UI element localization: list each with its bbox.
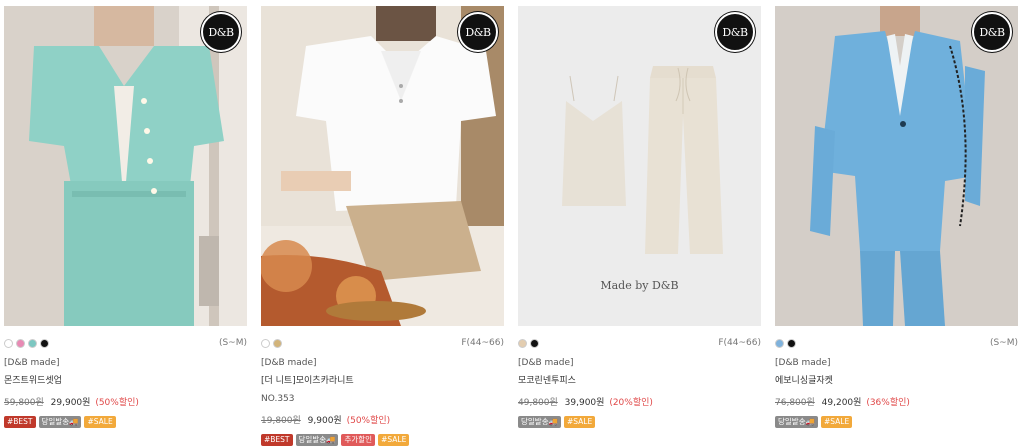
photo-caption: Made by D&B — [600, 279, 679, 292]
product-code: NO.353 — [261, 394, 295, 404]
product-brand: [D&B made] — [775, 358, 831, 368]
brand-logo: D&B — [201, 12, 241, 52]
tag-sale: #SALE — [820, 416, 853, 428]
discount-rate: (50%할인) — [346, 416, 391, 426]
discount-rate: (50%할인) — [95, 398, 139, 408]
color-swatches — [4, 338, 49, 348]
product-photo-single-jacket — [775, 6, 1018, 326]
product-card[interactable]: D&B (S~M) [D&B made] 에보니싱글자켓 76,800원 49,… — [775, 0, 1018, 428]
product-card[interactable]: D&B (S~M) [D&B made] 몬즈트위드셋업 59,800원 29,… — [4, 0, 247, 428]
color-swatch[interactable] — [4, 338, 13, 348]
price-original: 19,800원 — [261, 416, 301, 426]
product-grid: D&B (S~M) [D&B made] 몬즈트위드셋업 59,800원 29,… — [0, 0, 1024, 446]
price-sale: 49,200원 — [821, 398, 862, 408]
product-photo[interactable]: D&B — [775, 6, 1018, 326]
product-brand: [D&B made] — [518, 358, 574, 368]
color-swatch[interactable] — [530, 338, 539, 348]
price-row: 49,800원 39,900원 (20%할인) — [518, 395, 761, 408]
product-meta: (S~M) — [4, 336, 247, 350]
discount-rate: (36%할인) — [866, 398, 910, 408]
tag-sale: #SALE — [563, 416, 596, 428]
color-swatches — [775, 338, 796, 348]
size-range: F(44~66) — [461, 338, 504, 348]
tag-best: #BEST — [261, 434, 293, 446]
product-tags: 당일발송🚚 #SALE — [775, 416, 1018, 428]
product-name[interactable]: 모코린넨투피스 — [518, 373, 761, 386]
price-row: 59,800원 29,900원 (50%할인) — [4, 395, 247, 408]
price-row: 76,800원 49,200원 (36%할인) — [775, 395, 1018, 408]
brand-logo: D&B — [458, 12, 498, 52]
tag-same-day-shipping: 당일발송🚚 — [295, 434, 339, 446]
product-name[interactable]: [더 니트]모이츠카라니트 — [261, 373, 504, 386]
tag-same-day-shipping: 당일발송🚚 — [518, 416, 561, 428]
color-swatch[interactable] — [273, 338, 282, 348]
color-swatch[interactable] — [518, 338, 527, 348]
price-sale: 29,900원 — [50, 398, 91, 408]
tag-same-day-shipping: 당일발송🚚 — [775, 416, 818, 428]
color-swatch[interactable] — [40, 338, 49, 348]
price-sale: 39,900원 — [564, 398, 605, 408]
product-meta: (S~M) — [775, 336, 1018, 350]
product-photo[interactable]: D&B — [261, 6, 504, 326]
product-meta: F(44~66) — [518, 336, 761, 350]
brand-logo: D&B — [715, 12, 755, 52]
product-photo[interactable]: D&B — [4, 6, 247, 326]
product-meta: F(44~66) — [261, 336, 504, 350]
product-photo-tweed-set — [4, 6, 247, 326]
product-tags: #BEST 당일발송🚚 추가할인 #SALE — [261, 434, 504, 446]
price-original: 49,800원 — [518, 398, 558, 408]
product-tags: #BEST 당일발송🚚 #SALE — [4, 416, 247, 428]
tag-best: #BEST — [4, 416, 36, 428]
tag-extra-discount: 추가할인 — [341, 434, 376, 446]
product-photo-linen-two-piece — [518, 6, 761, 326]
brand-logo: D&B — [972, 12, 1012, 52]
color-swatch[interactable] — [261, 338, 270, 348]
discount-rate: (20%할인) — [609, 398, 653, 408]
product-name[interactable]: 에보니싱글자켓 — [775, 373, 1018, 386]
color-swatch[interactable] — [787, 338, 796, 348]
size-range: (S~M) — [989, 338, 1018, 348]
product-name[interactable]: 몬즈트위드셋업 — [4, 373, 247, 386]
color-swatches — [261, 338, 282, 348]
price-row: 19,800원 9,900원 (50%할인) — [261, 413, 504, 426]
tag-sale: #SALE — [378, 434, 410, 446]
product-brand: [D&B made] — [261, 358, 317, 368]
color-swatch[interactable] — [775, 338, 784, 348]
tag-same-day-shipping: 당일발송🚚 — [38, 416, 82, 428]
price-original: 76,800원 — [775, 398, 815, 408]
price-original: 59,800원 — [4, 398, 44, 408]
color-swatches — [518, 338, 539, 348]
product-tags: 당일발송🚚 #SALE — [518, 416, 761, 428]
size-range: F(44~66) — [718, 338, 761, 348]
color-swatch[interactable] — [16, 338, 25, 348]
product-card[interactable]: D&B Made by D&B F(44~66) [D&B made] 모코린넨… — [518, 0, 761, 428]
product-brand: [D&B made] — [4, 358, 60, 368]
tag-sale: #SALE — [84, 416, 116, 428]
product-photo[interactable]: D&B Made by D&B — [518, 6, 761, 326]
product-card[interactable]: D&B F(44~66) [D&B made] [더 니트]모이츠카라니트 NO… — [261, 0, 504, 446]
size-range: (S~M) — [218, 338, 247, 348]
product-photo-knit-top — [261, 6, 504, 326]
price-sale: 9,900원 — [307, 416, 342, 426]
color-swatch[interactable] — [28, 338, 37, 348]
